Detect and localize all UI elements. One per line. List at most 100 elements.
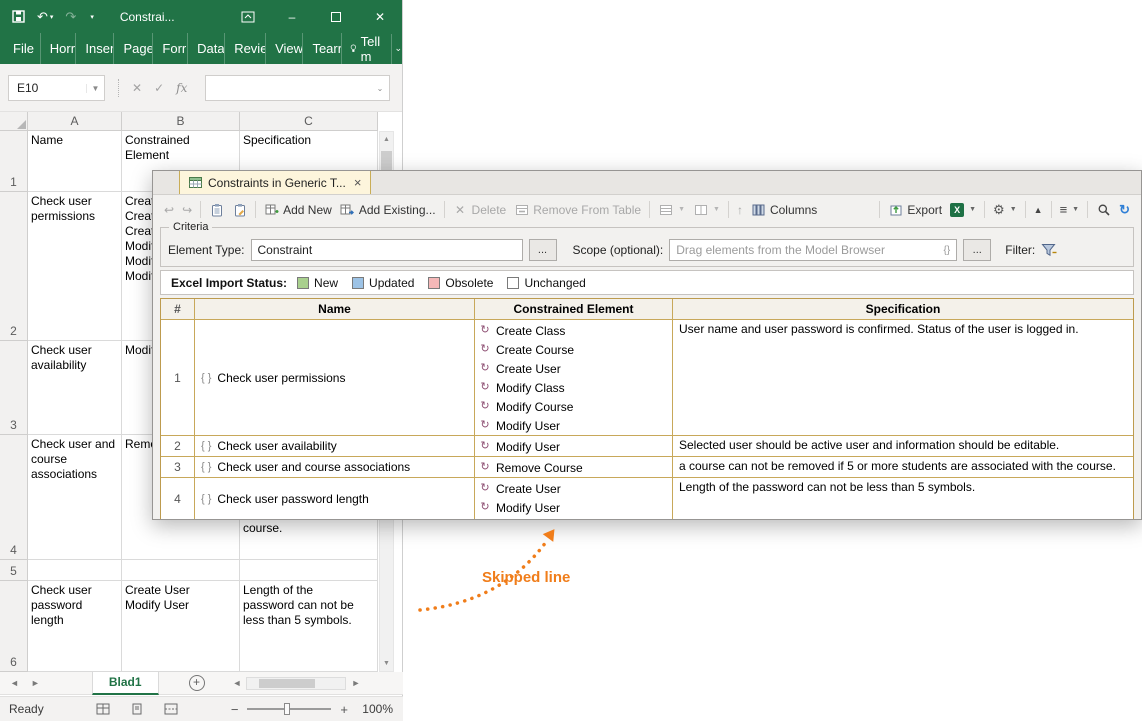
filter-button[interactable] xyxy=(1041,243,1057,257)
constraint-name-cell[interactable]: { } Check user and course associations xyxy=(195,456,475,477)
zoom-in-button[interactable]: + xyxy=(340,702,348,717)
copy-button[interactable] xyxy=(205,200,228,219)
specification-cell[interactable]: User name and user password is confirmed… xyxy=(673,319,1133,435)
customize-qat-button[interactable]: ▾ xyxy=(88,13,94,21)
zoom-level-label[interactable]: 100% xyxy=(357,702,393,716)
undo-button[interactable]: ↶ ▾ xyxy=(37,9,53,25)
row-header[interactable]: 5 xyxy=(0,560,28,581)
element-item[interactable]: ↻ Create Course xyxy=(479,340,668,359)
move-row-up-button[interactable]: ↑ xyxy=(733,201,747,219)
table-options-button[interactable]: ⚙ ▼ xyxy=(989,200,1021,220)
cell-c6[interactable]: Length of the password can not be less t… xyxy=(240,581,378,672)
header-name[interactable]: Name xyxy=(195,299,475,319)
element-item[interactable]: ↻ Modify User xyxy=(479,498,668,517)
name-box-caret-icon[interactable]: ▼ xyxy=(86,83,104,93)
back-button[interactable]: ↩ xyxy=(160,201,178,219)
scroll-up-icon[interactable]: ▲ xyxy=(380,132,393,147)
scope-field[interactable]: Drag elements from the Model Browser {} xyxy=(669,239,958,261)
sheet-nav-left-icon[interactable]: ◄ xyxy=(10,678,19,688)
hscroll-right-icon[interactable]: ► xyxy=(351,678,360,688)
tab-close-icon[interactable]: × xyxy=(354,175,362,190)
scope-browse-button[interactable]: ... xyxy=(963,239,992,261)
cell-a2[interactable]: Check user permissions xyxy=(28,192,122,341)
constraint-name-cell[interactable]: { } Check user password length xyxy=(195,477,475,519)
export-button[interactable]: Export xyxy=(884,200,946,219)
cell-a5[interactable] xyxy=(28,560,122,581)
name-box[interactable]: E10 ▼ xyxy=(8,75,105,101)
constrained-elements-cell[interactable]: ↻ Modify User xyxy=(475,435,673,456)
hscroll-left-icon[interactable]: ◄ xyxy=(233,678,242,688)
nested-rows-button[interactable]: ▼ xyxy=(689,200,724,219)
ribbon-overflow-chevron-icon[interactable]: ⌄ xyxy=(394,43,402,54)
page-layout-view-button[interactable] xyxy=(130,703,144,715)
constrained-elements-cell[interactable]: ↻ Create User ↻ Modify User xyxy=(475,477,673,519)
hscroll-track[interactable] xyxy=(246,676,347,690)
row-number[interactable]: 3 xyxy=(161,456,195,477)
specification-cell[interactable]: Length of the password can not be less t… xyxy=(673,477,1133,519)
minimize-button[interactable]: – xyxy=(270,0,314,33)
insert-function-button[interactable]: fx xyxy=(176,81,187,95)
ribbon-tab-page-layout[interactable]: Page xyxy=(114,33,154,64)
maximize-button[interactable] xyxy=(314,0,358,33)
element-type-browse-button[interactable]: ... xyxy=(528,239,557,261)
insert-rows-button[interactable]: ▼ xyxy=(654,200,689,219)
refresh-button[interactable]: ↻ xyxy=(1115,200,1134,220)
cell-a6[interactable]: Check user password length xyxy=(28,581,122,672)
document-tab-constraints[interactable]: Constraints in Generic T... × xyxy=(179,171,372,194)
ribbon-tab-home[interactable]: Horr xyxy=(41,33,77,64)
cell-c5[interactable] xyxy=(240,560,378,581)
element-item[interactable]: ↻ Modify User xyxy=(479,416,668,435)
row-number[interactable]: 1 xyxy=(161,319,195,435)
row-header[interactable]: 6 xyxy=(0,581,28,672)
row-header[interactable]: 2 xyxy=(0,192,28,341)
constrained-elements-cell[interactable]: ↻ Create Class ↻ Create Course ↻ Create Use… xyxy=(475,319,673,435)
close-button[interactable]: ✕ xyxy=(358,0,402,33)
ribbon-tab-insert[interactable]: Inser xyxy=(76,33,115,64)
columns-button[interactable]: Columns xyxy=(747,200,821,219)
cell-a3[interactable]: Check user availability xyxy=(28,341,122,435)
select-all-corner[interactable] xyxy=(0,112,28,131)
page-break-view-button[interactable] xyxy=(164,703,178,715)
specification-cell[interactable]: a course can not be removed if 5 or more… xyxy=(673,456,1133,477)
constraint-name-cell[interactable]: { } Check user permissions xyxy=(195,319,475,435)
ribbon-tab-view[interactable]: View xyxy=(266,33,304,64)
hscroll-thumb[interactable] xyxy=(259,678,316,688)
row-number[interactable]: 2 xyxy=(161,435,195,456)
cancel-entry-button[interactable]: ✕ xyxy=(132,81,142,95)
save-button[interactable] xyxy=(12,10,25,23)
paste-button[interactable] xyxy=(228,200,251,219)
element-item[interactable]: ↻ Create Class xyxy=(479,321,668,340)
element-item[interactable]: ↻ Modify Course xyxy=(479,397,668,416)
row-number[interactable]: 4 xyxy=(161,477,195,519)
add-existing-button[interactable]: Add Existing... xyxy=(336,200,440,219)
header-specification[interactable]: Specification xyxy=(673,299,1133,319)
cell-b6[interactable]: Create User Modify User xyxy=(122,581,240,672)
element-type-field[interactable]: Constraint xyxy=(250,239,523,261)
ribbon-tab-data[interactable]: Data xyxy=(188,33,226,64)
cell-b5[interactable] xyxy=(122,560,240,581)
column-header-b[interactable]: B xyxy=(122,112,240,131)
element-item[interactable]: ↻ Remove Course xyxy=(479,458,668,477)
row-header[interactable]: 3 xyxy=(0,341,28,435)
cell-a1[interactable]: Name xyxy=(28,131,122,192)
ribbon-tab-review[interactable]: Revie xyxy=(225,33,267,64)
header-number[interactable]: # xyxy=(161,299,195,319)
formula-expand-caret-icon[interactable]: ⌄ xyxy=(371,84,389,93)
forward-button[interactable]: ↪ xyxy=(178,201,196,219)
ribbon-display-options-button[interactable] xyxy=(226,0,270,33)
tell-me-button[interactable]: Tell m xyxy=(342,33,393,64)
specification-cell[interactable]: Selected user should be active user and … xyxy=(673,435,1133,456)
search-button[interactable] xyxy=(1092,200,1115,219)
view-mode-button[interactable]: ≡ ▼ xyxy=(1056,200,1084,219)
scope-expression-badge[interactable]: {} xyxy=(944,245,951,256)
excel-sync-button[interactable]: X ▼ xyxy=(946,201,980,219)
header-constrained-element[interactable]: Constrained Element xyxy=(475,299,673,319)
confirm-entry-button[interactable]: ✓ xyxy=(154,81,164,95)
column-header-a[interactable]: A xyxy=(28,112,122,131)
add-sheet-button[interactable]: + xyxy=(188,675,205,691)
delete-button[interactable]: ✕ Delete xyxy=(449,200,511,219)
constraint-name-cell[interactable]: { } Check user availability xyxy=(195,435,475,456)
zoom-slider[interactable] xyxy=(247,703,332,715)
ribbon-tab-team[interactable]: Tearr xyxy=(303,33,342,64)
sheet-nav-right-icon[interactable]: ► xyxy=(31,678,40,688)
